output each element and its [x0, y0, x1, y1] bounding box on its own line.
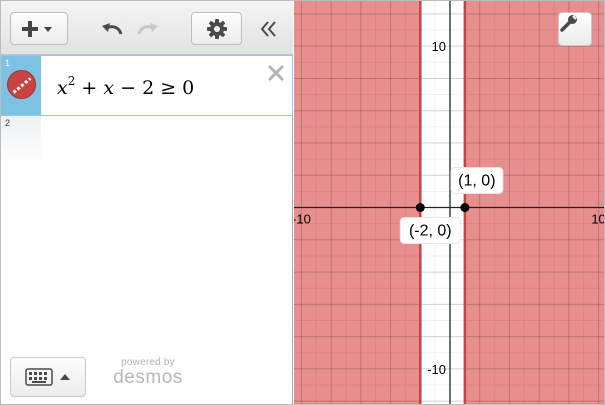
graph-settings-button[interactable]: [558, 12, 592, 46]
collapse-panel-button[interactable]: [253, 12, 285, 45]
redo-icon: [137, 22, 158, 35]
expression-panel: 1 x2 + x − 2 ≥ 0 2 powered by desmos: [1, 1, 293, 404]
expression-row-2[interactable]: 2: [1, 116, 293, 166]
desmos-app: 1 x2 + x − 2 ≥ 0 2 powered by desmos 10 …: [0, 0, 605, 405]
y-tick-label-top: 10: [432, 39, 446, 54]
graph-color-toggle-icon[interactable]: [7, 70, 36, 99]
point-label: (-2, 0): [409, 223, 452, 240]
caret-up-icon: [60, 374, 70, 380]
add-expression-button[interactable]: [10, 12, 68, 45]
point-label: (1, 0): [458, 173, 495, 190]
x-tick-label-left: -10: [294, 212, 311, 227]
intercept-point: [460, 203, 470, 213]
double-chevron-left-icon: [260, 20, 276, 37]
wrench-icon: [560, 15, 577, 32]
close-icon: [267, 64, 285, 82]
expression-formula[interactable]: x2 + x − 2 ≥ 0: [57, 74, 194, 99]
y-tick-label-bottom: -10: [427, 362, 446, 377]
desmos-logo: desmos: [113, 367, 183, 388]
expression-row-1[interactable]: 1 x2 + x − 2 ≥ 0: [1, 55, 293, 116]
formula-var2: x: [103, 77, 115, 99]
undo-icon: [102, 22, 123, 35]
formula-plus: +: [75, 77, 104, 99]
redo-button[interactable]: [131, 12, 165, 45]
delete-expression-button[interactable]: [265, 62, 287, 84]
undo-button[interactable]: [95, 12, 129, 45]
keyboard-icon: [25, 368, 53, 386]
powered-by-desmos[interactable]: powered by desmos: [109, 357, 187, 389]
expression-gutter: 2: [1, 116, 41, 166]
settings-button[interactable]: [191, 12, 242, 45]
formula-var: x: [57, 77, 68, 99]
intercept-point: [415, 203, 425, 213]
graph-canvas[interactable]: -10 10 10 -10 (1, 0) (-2, 0): [294, 1, 605, 405]
expression-number: 2: [5, 118, 11, 128]
expression-number: 1: [5, 58, 11, 68]
keyboard-toggle-button[interactable]: [10, 357, 86, 397]
shaded-region-1: [294, 1, 421, 404]
gear-icon: [206, 18, 227, 39]
expression-gutter: 1: [1, 56, 41, 115]
graph-paper[interactable]: -10 10 10 -10 (1, 0) (-2, 0): [294, 1, 605, 405]
formula-tail: − 2 ≥ 0: [114, 77, 195, 99]
expression-toolbar: [1, 1, 293, 55]
plus-icon: [22, 20, 52, 37]
x-tick-label-right: 10: [591, 212, 605, 227]
